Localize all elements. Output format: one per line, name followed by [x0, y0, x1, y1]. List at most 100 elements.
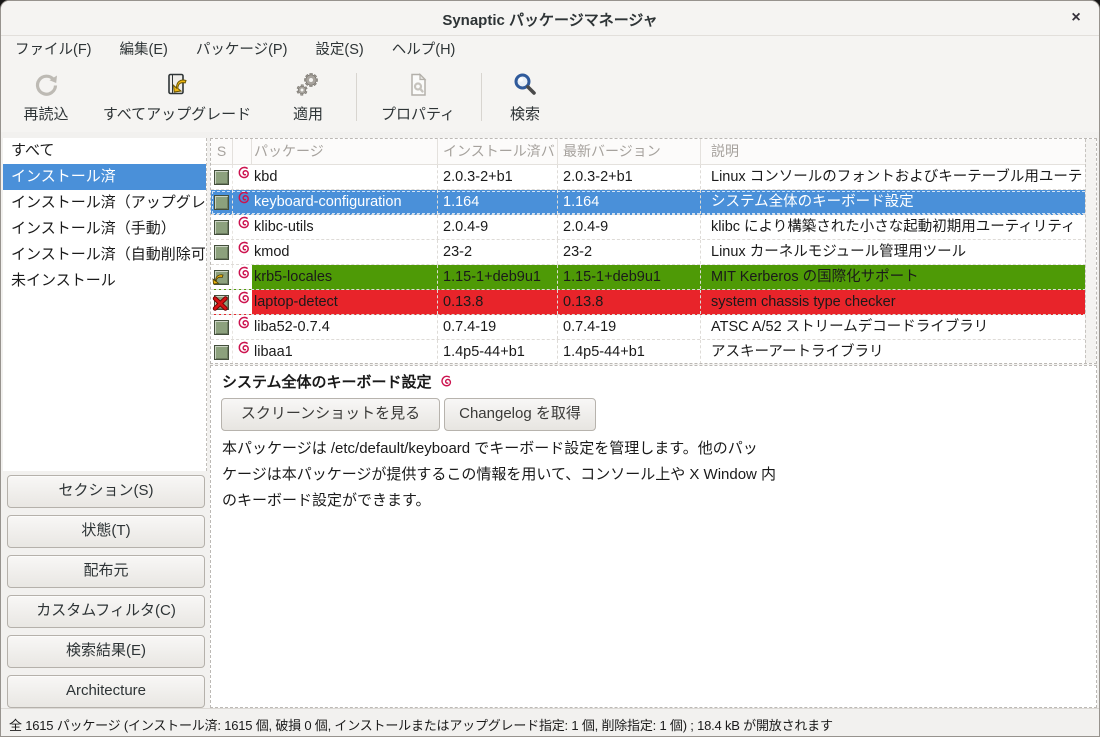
package-status-icon	[214, 195, 229, 210]
properties-button[interactable]: プロパティ	[378, 71, 458, 126]
installed-version: 1.164	[438, 190, 558, 214]
reload-button[interactable]: 再読込	[13, 71, 79, 126]
latest-version: 0.13.8	[558, 290, 701, 314]
column-header-latest-version[interactable]: 最新バージョン	[558, 139, 701, 164]
package-description: MIT Kerberos の国際化サポート	[701, 265, 1096, 289]
package-description: ATSC A/52 ストリームデコードライブラリ	[701, 315, 1096, 339]
menubar: ファイル(F) 編集(E) パッケージ(P) 設定(S) ヘルプ(H)	[1, 36, 1099, 65]
debian-swirl-icon	[235, 290, 251, 306]
filter-installed[interactable]: インストール済	[3, 164, 206, 190]
column-header-description[interactable]: 説明	[701, 139, 1096, 164]
installed-version: 0.7.4-19	[438, 315, 558, 339]
status-button[interactable]: 状態(T)	[7, 515, 205, 548]
installed-version: 2.0.4-9	[438, 215, 558, 239]
table-row[interactable]: libaa1 1.4p5-44+b1 1.4p5-44+b1 アスキーアートライ…	[211, 340, 1096, 364]
architecture-button[interactable]: Architecture	[7, 675, 205, 708]
search-results-button[interactable]: 検索結果(E)	[7, 635, 205, 668]
column-header-package[interactable]: パッケージ	[252, 139, 438, 164]
package-name: klibc-utils	[252, 215, 438, 239]
table-row[interactable]: kmod 23-2 23-2 Linux カーネルモジュール管理用ツール	[211, 240, 1096, 265]
menu-file[interactable]: ファイル(F)	[1, 36, 106, 65]
package-description: システム全体のキーボード設定	[701, 190, 1096, 214]
column-header-status[interactable]: S	[211, 139, 233, 164]
reload-icon	[13, 71, 79, 101]
synaptic-window: Synaptic パッケージマネージャ × ファイル(F) 編集(E) パッケー…	[0, 0, 1100, 737]
table-row[interactable]: laptop-detect 0.13.8 0.13.8 system chass…	[211, 290, 1096, 315]
latest-version: 23-2	[558, 240, 701, 264]
filter-list: すべて インストール済 インストール済（アップグレ インストール済（手動） イン…	[3, 138, 207, 471]
package-name: laptop-detect	[252, 290, 438, 314]
statusbar: 全 1615 パッケージ (インストール済: 1615 個, 破損 0 個, イ…	[1, 708, 1099, 737]
menu-help[interactable]: ヘルプ(H)	[378, 36, 470, 65]
package-status-icon	[214, 345, 229, 360]
package-description: system chassis type checker	[701, 290, 1096, 314]
table-row[interactable]: liba52-0.7.4 0.7.4-19 0.7.4-19 ATSC A/52…	[211, 315, 1096, 340]
package-name: liba52-0.7.4	[252, 315, 438, 339]
upgrade-all-icon	[96, 71, 258, 101]
installed-version: 1.4p5-44+b1	[438, 340, 558, 364]
properties-icon	[378, 71, 458, 101]
details-description: 本パッケージは /etc/default/keyboard でキーボード設定を管…	[222, 436, 842, 514]
menu-settings[interactable]: 設定(S)	[301, 36, 377, 65]
installed-version: 23-2	[438, 240, 558, 264]
package-status-icon	[214, 295, 229, 310]
table-header: S パッケージ インストール済バ 最新バージョン 説明	[211, 139, 1096, 165]
debian-swirl-icon	[235, 190, 251, 206]
statusbar-text: 全 1615 パッケージ (インストール済: 1615 個, 破損 0 個, イ…	[9, 715, 833, 734]
toolbar: 再読込 すべてアップグレード	[1, 65, 1099, 133]
package-description: Linux カーネルモジュール管理用ツール	[701, 240, 1096, 264]
custom-filters-button[interactable]: カスタムフィルタ(C)	[7, 595, 205, 628]
details-pane: システム全体のキーボード設定 スクリーンショットを見る Changelog を取…	[210, 365, 1097, 708]
package-description: Linux コンソールのフォントおよびキーテーブル用ユーテ	[701, 165, 1096, 189]
sections-button[interactable]: セクション(S)	[7, 475, 205, 508]
view-screenshot-button[interactable]: スクリーンショットを見る	[221, 398, 440, 431]
latest-version: 0.7.4-19	[558, 315, 701, 339]
latest-version: 1.4p5-44+b1	[558, 340, 701, 364]
installed-version: 2.0.3-2+b1	[438, 165, 558, 189]
latest-version: 1.164	[558, 190, 701, 214]
filter-installed-manual[interactable]: インストール済（手動）	[3, 216, 206, 242]
table-row[interactable]: klibc-utils 2.0.4-9 2.0.4-9 klibc により構築さ…	[211, 215, 1096, 240]
package-table: S パッケージ インストール済バ 最新バージョン 説明 kbd 2.0.3-2+…	[210, 138, 1097, 364]
table-scrollbar[interactable]	[1085, 139, 1096, 363]
package-name: keyboard-configuration	[252, 190, 438, 214]
filter-installed-upgradable[interactable]: インストール済（アップグレ	[3, 190, 206, 216]
filter-not-installed[interactable]: 未インストール	[3, 268, 206, 294]
package-status-icon	[214, 270, 229, 285]
package-status-icon	[214, 245, 229, 260]
package-status-icon	[214, 320, 229, 335]
origin-button[interactable]: 配布元	[7, 555, 205, 588]
filter-installed-autoremovable[interactable]: インストール済（自動削除可	[3, 242, 206, 268]
table-row[interactable]: krb5-locales 1.15-1+deb9u1 1.15-1+deb9u1…	[211, 265, 1096, 290]
window-title: Synaptic パッケージマネージャ	[1, 9, 1099, 30]
search-button[interactable]: 検索	[497, 71, 553, 126]
debian-swirl-icon	[235, 315, 251, 331]
upgrade-all-button[interactable]: すべてアップグレード	[96, 71, 258, 126]
apply-gears-icon	[276, 71, 340, 101]
titlebar: Synaptic パッケージマネージャ ×	[1, 1, 1099, 36]
menu-package[interactable]: パッケージ(P)	[182, 36, 302, 65]
package-name: krb5-locales	[252, 265, 438, 289]
table-row[interactable]: keyboard-configuration 1.164 1.164 システム全…	[211, 190, 1096, 215]
close-button[interactable]: ×	[1063, 5, 1089, 31]
package-description: klibc により構築された小さな起動初期用ユーティリティ	[701, 215, 1096, 239]
debian-swirl-icon	[235, 340, 251, 356]
apply-button[interactable]: 適用	[276, 71, 340, 126]
latest-version: 2.0.4-9	[558, 215, 701, 239]
debian-swirl-icon	[438, 376, 453, 393]
debian-swirl-icon	[235, 215, 251, 231]
table-row[interactable]: kbd 2.0.3-2+b1 2.0.3-2+b1 Linux コンソールのフォ…	[211, 165, 1096, 190]
debian-swirl-icon	[235, 240, 251, 256]
filter-all[interactable]: すべて	[3, 138, 206, 164]
debian-swirl-icon	[235, 265, 251, 281]
get-changelog-button[interactable]: Changelog を取得	[444, 398, 596, 431]
latest-version: 2.0.3-2+b1	[558, 165, 701, 189]
package-name: kbd	[252, 165, 438, 189]
column-header-supported[interactable]	[233, 139, 252, 164]
package-name: kmod	[252, 240, 438, 264]
column-header-installed-version[interactable]: インストール済バ	[438, 139, 558, 164]
toolbar-separator	[481, 73, 482, 121]
menu-edit[interactable]: 編集(E)	[106, 36, 182, 65]
details-title: システム全体のキーボード設定	[222, 371, 453, 393]
debian-swirl-icon	[235, 165, 251, 181]
